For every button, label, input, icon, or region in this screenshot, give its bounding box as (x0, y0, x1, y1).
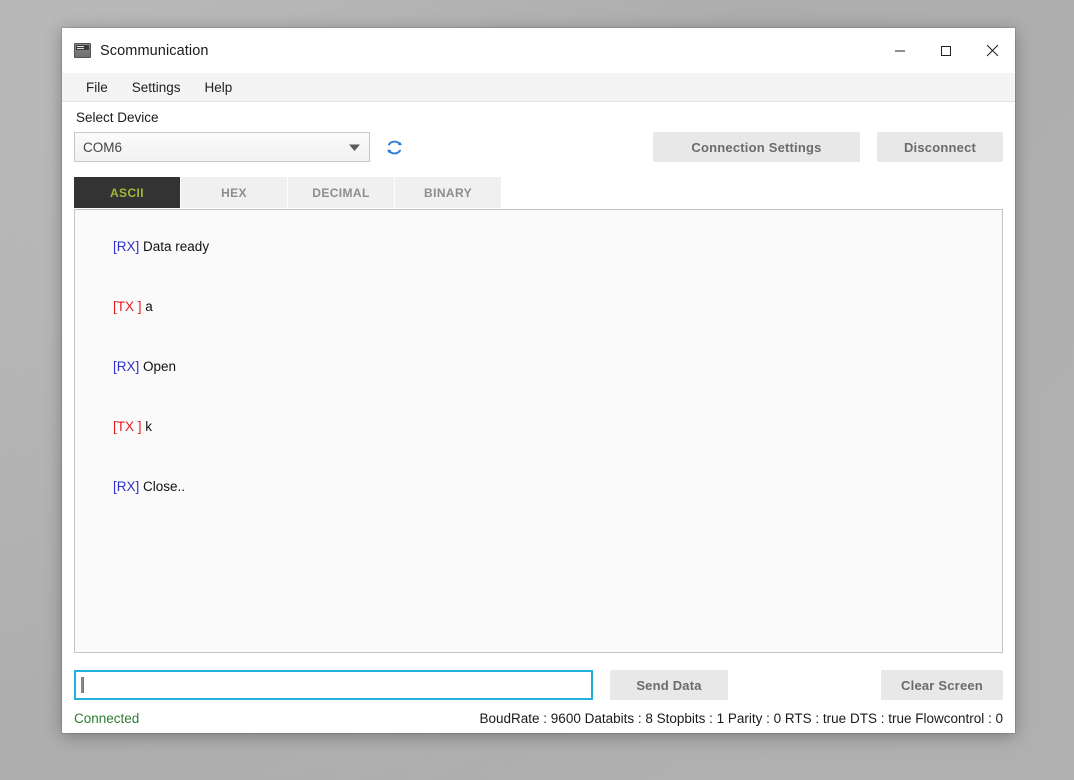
window-controls (877, 28, 1015, 73)
device-select-value: COM6 (83, 139, 123, 155)
log-tag: [TX ] (113, 419, 142, 434)
status-badge: Connected (74, 711, 140, 726)
refresh-icon (386, 140, 402, 154)
main-content: Select Device COM6 Connection Settings D… (62, 102, 1015, 733)
send-data-button[interactable]: Send Data (610, 670, 728, 700)
close-button[interactable] (969, 28, 1015, 73)
status-params: BoudRate : 9600 Databits : 8 Stopbits : … (479, 711, 1004, 726)
log-text: Close.. (139, 479, 186, 494)
device-row: COM6 Connection Settings Disconnect (74, 131, 1003, 163)
title-bar: Scommunication (62, 28, 1015, 73)
tab-ascii[interactable]: ASCII (74, 177, 180, 208)
log-line: [RX] Close.. (83, 457, 994, 517)
log-tag: [RX] (113, 359, 140, 374)
connection-settings-button[interactable]: Connection Settings (653, 132, 860, 162)
log-tag: [RX] (113, 479, 140, 494)
log-tag: [TX ] (113, 299, 142, 314)
format-tabs: ASCII HEX DECIMAL BINARY (74, 177, 1003, 208)
log-line: [TX ] a (83, 277, 994, 337)
refresh-devices-button[interactable] (379, 133, 409, 161)
text-caret (81, 677, 84, 693)
maximize-icon (941, 45, 951, 56)
app-window: Scommunication File Settings Help Select… (62, 28, 1015, 733)
tab-decimal[interactable]: DECIMAL (288, 177, 394, 208)
serial-monitor-icon (74, 43, 91, 58)
chevron-down-icon (339, 143, 369, 152)
device-select[interactable]: COM6 (74, 132, 370, 162)
close-icon (986, 44, 998, 57)
log-text: k (141, 419, 153, 434)
menu-item-file[interactable]: File (76, 76, 118, 99)
menu-bar: File Settings Help (62, 73, 1015, 102)
tab-binary[interactable]: BINARY (395, 177, 501, 208)
send-input[interactable] (74, 670, 593, 700)
menu-item-help[interactable]: Help (195, 76, 243, 99)
minimize-icon (895, 50, 905, 51)
disconnect-button[interactable]: Disconnect (877, 132, 1003, 162)
log-text: Open (139, 359, 177, 374)
maximize-button[interactable] (923, 28, 969, 73)
tab-hex[interactable]: HEX (181, 177, 287, 208)
send-row: Send Data Clear Screen (74, 670, 1003, 700)
title-bar-left: Scommunication (62, 43, 209, 59)
window-title: Scommunication (100, 42, 209, 59)
log-text: Data ready (139, 239, 210, 254)
log-line: [TX ] k (83, 397, 994, 457)
status-bar: Connected BoudRate : 9600 Databits : 8 S… (74, 704, 1003, 733)
clear-screen-button[interactable]: Clear Screen (881, 670, 1003, 700)
select-device-label: Select Device (76, 110, 159, 125)
log-line: [RX] Data ready (83, 217, 994, 277)
menu-item-settings[interactable]: Settings (122, 76, 191, 99)
log-output[interactable]: [RX] Data ready [TX ] a [RX] Open [TX ] … (74, 209, 1003, 653)
log-tag: [RX] (113, 239, 140, 254)
minimize-button[interactable] (877, 28, 923, 73)
log-text: a (141, 299, 153, 314)
log-line: [RX] Open (83, 337, 994, 397)
